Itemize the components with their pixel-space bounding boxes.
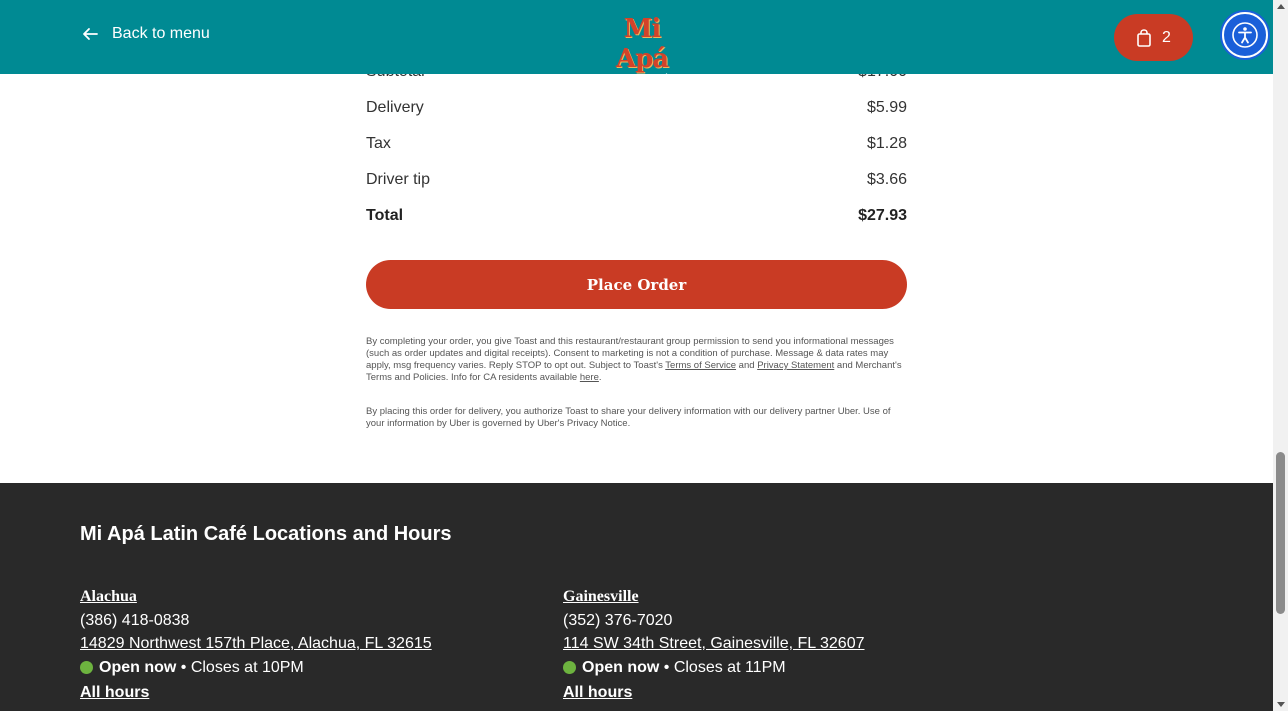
top-header: Back to menu Mi Apá Latin CAFÉ 2 [0, 0, 1273, 85]
location-name-link[interactable]: Gainesville [563, 585, 1023, 609]
open-now-label: Open now [582, 658, 660, 676]
privacy-statement-link[interactable]: Privacy Statement [757, 360, 834, 371]
summary-value: $27.93 [858, 207, 907, 224]
summary-row-tax: Tax $1.28 [366, 135, 907, 153]
consent-legal-text: By completing your order, you give Toast… [366, 336, 907, 384]
all-hours-link[interactable]: All hours [563, 681, 1023, 705]
cart-button[interactable]: 2 [1114, 14, 1193, 61]
scroll-up-arrow-icon[interactable] [1277, 4, 1285, 9]
scroll-down-arrow-icon[interactable] [1277, 702, 1285, 707]
open-now-label: Open now [99, 658, 177, 676]
closing-time: • Closes at 11PM [659, 658, 786, 676]
summary-label: Driver tip [366, 171, 431, 188]
scrollbar-thumb[interactable] [1276, 452, 1285, 614]
summary-value: $5.99 [866, 99, 907, 116]
summary-value: $1.28 [866, 135, 907, 152]
location-status: Open now • Closes at 10PM [80, 656, 540, 680]
locations-title: Mi Apá Latin Café Locations and Hours [80, 523, 452, 545]
page-scrollbar[interactable] [1273, 0, 1288, 711]
summary-label: Tax [366, 135, 391, 152]
terms-of-service-link[interactable]: Terms of Service [665, 360, 736, 371]
location-card: Gainesville (352) 376-7020 114 SW 34th S… [563, 585, 1023, 705]
logo-main-text: Mi Apá [615, 14, 669, 74]
back-to-menu-label: Back to menu [112, 25, 210, 42]
legal-text: and [736, 360, 758, 371]
logo-sub-text: Latin CAFÉ [615, 75, 669, 85]
all-hours-link[interactable]: All hours [80, 681, 540, 705]
restaurant-logo[interactable]: Mi Apá Latin CAFÉ [600, 14, 684, 85]
status-dot-icon [563, 660, 576, 674]
ca-residents-link[interactable]: here [580, 372, 599, 383]
cart-count: 2 [1162, 28, 1171, 46]
location-status: Open now • Closes at 11PM [563, 656, 1023, 680]
location-phone: (386) 418-0838 [80, 611, 190, 629]
legal-text: . [598, 372, 602, 383]
arrow-left-icon [83, 28, 98, 40]
summary-label: Delivery [366, 99, 424, 116]
status-dot-icon [80, 660, 93, 674]
location-phone: (352) 376-7020 [563, 611, 673, 629]
summary-row-total: Total $27.93 [366, 207, 907, 225]
accessibility-icon [1232, 22, 1258, 48]
accessibility-button[interactable] [1222, 12, 1268, 58]
summary-row-delivery: Delivery $5.99 [366, 99, 907, 117]
locations-footer: Mi Apá Latin Café Locations and Hours Al… [0, 483, 1273, 711]
location-card: Alachua (386) 418-0838 14829 Northwest 1… [80, 585, 540, 705]
place-order-button[interactable]: Place Order [366, 260, 907, 309]
summary-value: $3.66 [866, 171, 907, 188]
back-to-menu-link[interactable]: Back to menu [80, 24, 210, 44]
shopping-bag-icon [1137, 28, 1151, 47]
summary-label: Total [366, 207, 404, 224]
location-address-link[interactable]: 114 SW 34th Street, Gainesville, FL 3260… [563, 632, 1023, 656]
location-name-link[interactable]: Alachua [80, 585, 540, 609]
closing-time: • Closes at 10PM [176, 658, 304, 676]
location-address-link[interactable]: 14829 Northwest 157th Place, Alachua, FL… [80, 632, 540, 656]
delivery-legal-text: By placing this order for delivery, you … [366, 406, 891, 429]
summary-row-driver-tip: Driver tip $3.66 [366, 171, 907, 189]
